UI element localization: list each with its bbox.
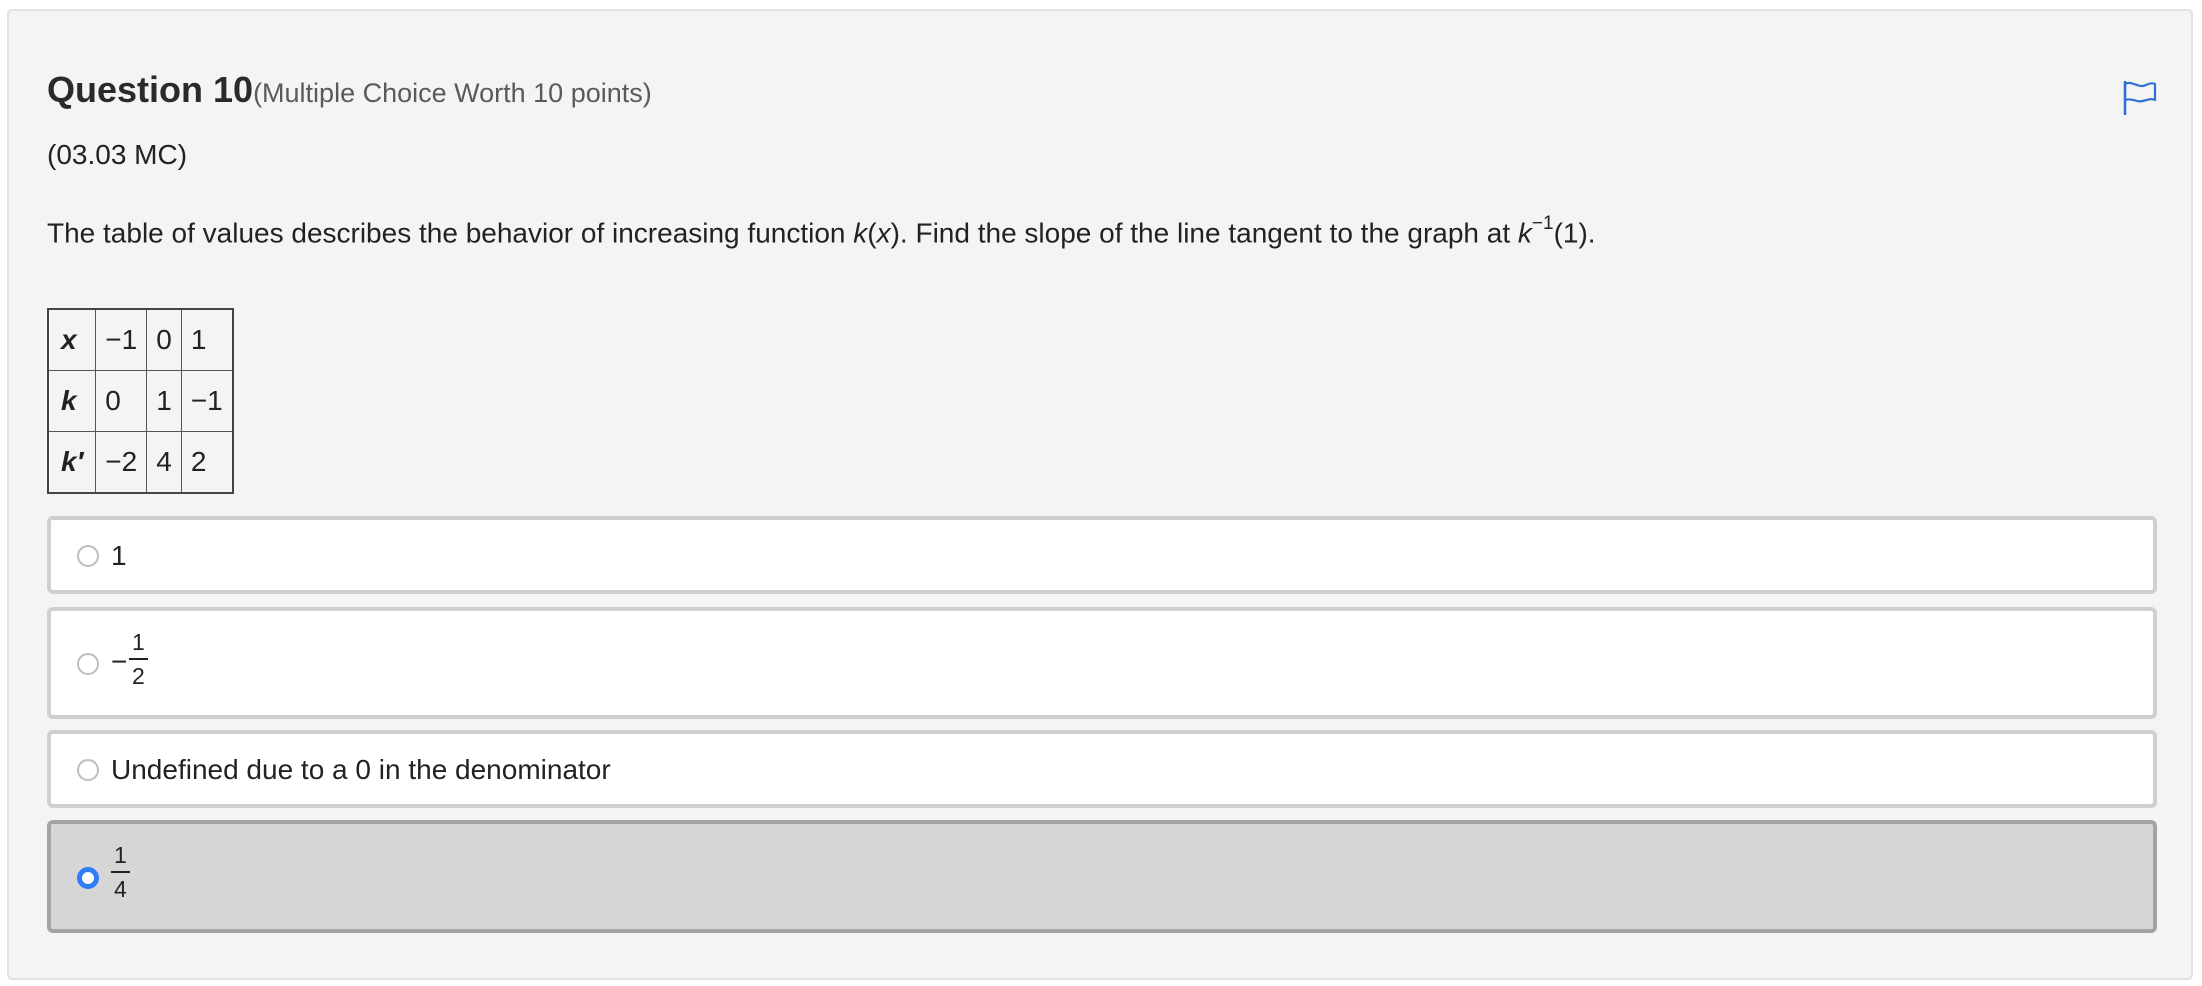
radio-button[interactable] (77, 545, 99, 567)
option-label: 1 (111, 540, 127, 571)
radio-button-selected[interactable] (77, 867, 99, 889)
prompt-text-start: The table of values describes the behavi… (47, 217, 854, 249)
answer-option-2[interactable]: − 1 2 (47, 607, 2157, 719)
function-variable: x (876, 217, 891, 249)
table-cell: 0 (95, 370, 148, 432)
fraction-denominator: 2 (132, 663, 145, 689)
question-card: Question 10(Multiple Choice Worth 10 poi… (7, 9, 2193, 980)
option-fraction: 1 2 (129, 629, 148, 689)
row-header: k′ (47, 431, 97, 494)
table-cell: 4 (146, 431, 182, 494)
function-name: k (853, 217, 868, 249)
fraction-numerator: 1 (114, 842, 127, 868)
fraction-denominator: 4 (114, 876, 127, 902)
table-row: k′ −2 4 2 (47, 431, 234, 494)
table-row: k 0 1 −1 (47, 370, 234, 432)
fraction-bar (129, 658, 148, 660)
question-title: Question 10 (47, 69, 254, 110)
answer-option-1[interactable]: 1 (47, 516, 2157, 594)
fraction-bar (111, 871, 130, 873)
radio-button[interactable] (77, 759, 99, 781)
fraction-numerator: 1 (132, 629, 145, 655)
option-minus-sign: − (111, 646, 128, 677)
function-paren-open: ( (867, 217, 877, 249)
function-paren-close: ) (890, 217, 900, 249)
question-points: (Multiple Choice Worth 10 points) (253, 78, 652, 108)
prompt-text-middle: . Find the slope of the line tangent to … (899, 217, 1518, 249)
question-code: (03.03 MC) (47, 139, 188, 170)
table-cell: 1 (146, 370, 182, 432)
flag-icon[interactable] (2119, 77, 2159, 117)
prompt-text-end: (1). (1553, 217, 1596, 249)
radio-button[interactable] (77, 653, 99, 675)
table-cell: 0 (146, 308, 182, 371)
table-cell: 1 (180, 308, 234, 371)
table-cell: −1 (180, 370, 234, 432)
answer-option-3[interactable]: Undefined due to a 0 in the denominator (47, 730, 2157, 808)
table-cell: −1 (95, 308, 148, 371)
question-header: Question 10(Multiple Choice Worth 10 poi… (47, 69, 652, 111)
row-header: k (47, 370, 97, 432)
table-cell: −2 (95, 431, 148, 494)
table-cell: 2 (180, 431, 234, 494)
row-header: x (47, 308, 97, 371)
inverse-function-name: k (1517, 217, 1532, 249)
table-row: x −1 0 1 (47, 308, 234, 371)
inverse-exponent: −1 (1531, 213, 1554, 234)
values-table: x −1 0 1 k 0 1 −1 k′ −2 4 2 (47, 308, 234, 494)
question-prompt: The table of values describes the behavi… (47, 213, 1596, 249)
answer-option-4[interactable]: 1 4 (47, 820, 2157, 933)
option-fraction: 1 4 (111, 842, 130, 902)
option-label: Undefined due to a 0 in the denominator (111, 754, 611, 785)
